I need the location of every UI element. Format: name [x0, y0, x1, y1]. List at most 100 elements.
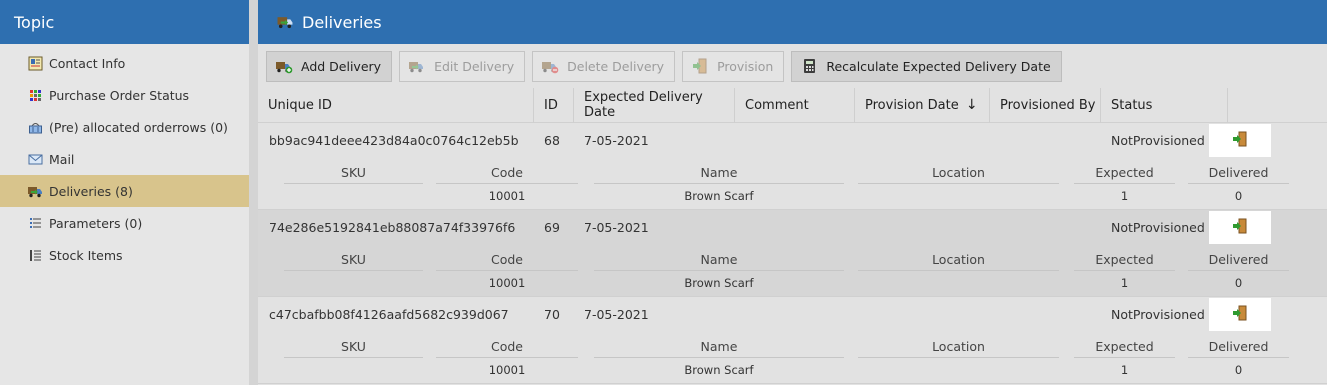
row-summary: c47cbafbb08f4126aafd5682c939d067 70 7-05…	[258, 297, 1327, 332]
provision-row-button[interactable]	[1209, 211, 1271, 244]
sidebar-item-parameters[interactable]: Parameters (0)	[0, 207, 249, 239]
sub-column-sku: SKU	[284, 158, 423, 206]
provision-door-icon	[1232, 218, 1248, 237]
sidebar-item-label: Mail	[49, 151, 75, 167]
column-header-id[interactable]: ID	[534, 87, 574, 123]
sub-column-name: Name Brown Scarf	[594, 245, 844, 293]
expected-cell: 1	[1120, 363, 1129, 377]
sub-column-sku: SKU	[284, 332, 423, 380]
column-header-comment[interactable]: Comment	[735, 87, 855, 123]
sub-column-location: Location	[858, 332, 1059, 380]
provision-door-icon	[1232, 305, 1248, 324]
contact-card-icon	[27, 55, 43, 71]
add-truck-icon	[275, 58, 293, 74]
status-cell: NotProvisioned	[1111, 133, 1205, 148]
sub-column-sku: SKU	[284, 245, 423, 293]
sidebar-item-label: Deliveries (8)	[49, 183, 133, 199]
provision-row-button[interactable]	[1209, 298, 1271, 331]
column-header-label: ID	[544, 97, 558, 113]
sub-column-code: Code 10001	[436, 245, 578, 293]
expected-date-cell: 7-05-2021	[584, 133, 649, 148]
column-header-label: Comment	[745, 97, 809, 113]
panel-separator[interactable]	[249, 0, 258, 385]
sidebar-item-label: Stock Items	[49, 247, 123, 263]
row-summary: 74e286e5192841eb88087a74f33976f6 69 7-05…	[258, 210, 1327, 245]
toolbar: Add Delivery Edit Delivery Delete Delive…	[258, 44, 1327, 88]
sub-column-location: Location	[858, 158, 1059, 206]
provision-label: Provision	[717, 58, 774, 74]
delivered-cell: 0	[1234, 363, 1243, 377]
id-cell: 68	[544, 133, 560, 148]
sub-header-expected: Expected	[1074, 332, 1175, 358]
provision-door-icon	[691, 58, 709, 74]
table-row[interactable]: bb9ac941deee423d84a0c0764c12eb5b 68 7-05…	[258, 123, 1327, 210]
name-cell: Brown Scarf	[684, 363, 754, 377]
sidebar-item-label: Parameters (0)	[49, 215, 143, 231]
column-header-status[interactable]: Status	[1101, 87, 1228, 123]
column-header-provision-date[interactable]: Provision Date ↓	[855, 87, 990, 123]
sub-header-sku: SKU	[284, 245, 423, 271]
unique-id-cell: bb9ac941deee423d84a0c0764c12eb5b	[269, 133, 519, 148]
sidebar-item-label: (Pre) allocated orderrows (0)	[49, 119, 228, 135]
sidebar-item-stock-items[interactable]: Stock Items	[0, 239, 249, 271]
sub-column-delivered: Delivered 0	[1188, 158, 1289, 206]
recalculate-label: Recalculate Expected Delivery Date	[826, 58, 1051, 74]
main-header: Deliveries	[258, 0, 1327, 44]
row-summary: bb9ac941deee423d84a0c0764c12eb5b 68 7-05…	[258, 123, 1327, 158]
code-cell: 10001	[488, 276, 526, 290]
column-header-actions	[1228, 88, 1327, 123]
column-header-label: Provisioned By	[1000, 97, 1096, 113]
sku-cell	[284, 184, 423, 206]
sub-header-name: Name	[594, 245, 844, 271]
parameters-icon	[27, 215, 43, 231]
recalculate-button[interactable]: Recalculate Expected Delivery Date	[791, 50, 1062, 82]
sku-cell	[284, 358, 423, 380]
add-delivery-button[interactable]: Add Delivery	[266, 50, 393, 82]
unique-id-cell: c47cbafbb08f4126aafd5682c939d067	[269, 307, 509, 322]
column-header-label: Unique ID	[268, 97, 332, 113]
edit-truck-icon	[408, 58, 426, 74]
sub-header-code: Code	[436, 245, 578, 271]
location-cell	[858, 358, 1059, 380]
sub-column-delivered: Delivered 0	[1188, 245, 1289, 293]
sku-cell	[284, 271, 423, 293]
list-icon	[27, 247, 43, 263]
sidebar-list: Contact Info Purchase Order Status (Pre)…	[0, 44, 249, 271]
sub-header-expected: Expected	[1074, 245, 1175, 271]
sidebar-item-deliveries[interactable]: Deliveries (8)	[0, 175, 249, 207]
sort-descending-icon: ↓	[965, 97, 978, 113]
sub-column-delivered: Delivered 0	[1188, 332, 1289, 380]
status-cell: NotProvisioned	[1111, 307, 1205, 322]
page-title: Deliveries	[302, 12, 382, 32]
name-cell: Brown Scarf	[684, 189, 754, 203]
column-header-expected-date[interactable]: Expected Delivery Date	[574, 87, 735, 123]
expected-cell: 1	[1120, 276, 1129, 290]
table-row[interactable]: 74e286e5192841eb88087a74f33976f6 69 7-05…	[258, 210, 1327, 297]
sidebar-item-purchase-order-status[interactable]: Purchase Order Status	[0, 79, 249, 111]
provision-row-button[interactable]	[1209, 124, 1271, 157]
truck-icon	[276, 14, 294, 30]
sub-header-sku: SKU	[284, 158, 423, 184]
sidebar-item-contact-info[interactable]: Contact Info	[0, 47, 249, 79]
provision-door-icon	[1232, 131, 1248, 150]
code-cell: 10001	[488, 363, 526, 377]
sub-header-name: Name	[594, 158, 844, 184]
grid-header: Unique ID ID Expected Delivery Date Comm…	[258, 87, 1327, 123]
expected-date-cell: 7-05-2021	[584, 307, 649, 322]
table-row[interactable]: c47cbafbb08f4126aafd5682c939d067 70 7-05…	[258, 297, 1327, 384]
sub-header-name: Name	[594, 332, 844, 358]
sidebar-item-allocated-orderrows[interactable]: (Pre) allocated orderrows (0)	[0, 111, 249, 143]
delete-delivery-button[interactable]: Delete Delivery	[532, 50, 676, 82]
id-cell: 70	[544, 307, 560, 322]
sub-header-location: Location	[858, 245, 1059, 271]
provision-button[interactable]: Provision	[682, 50, 785, 82]
sidebar-item-label: Purchase Order Status	[49, 87, 190, 103]
column-header-provisioned-by[interactable]: Provisioned By	[990, 87, 1101, 123]
delivery-items-subtable: SKU Code 10001 Name Brown Scarf Location E…	[258, 332, 1327, 384]
sub-header-code: Code	[436, 332, 578, 358]
column-header-unique-id[interactable]: Unique ID	[258, 87, 534, 123]
sidebar-item-mail[interactable]: Mail	[0, 143, 249, 175]
sub-header-sku: SKU	[284, 332, 423, 358]
edit-delivery-button[interactable]: Edit Delivery	[399, 50, 526, 82]
sidebar-item-label: Contact Info	[49, 55, 126, 71]
